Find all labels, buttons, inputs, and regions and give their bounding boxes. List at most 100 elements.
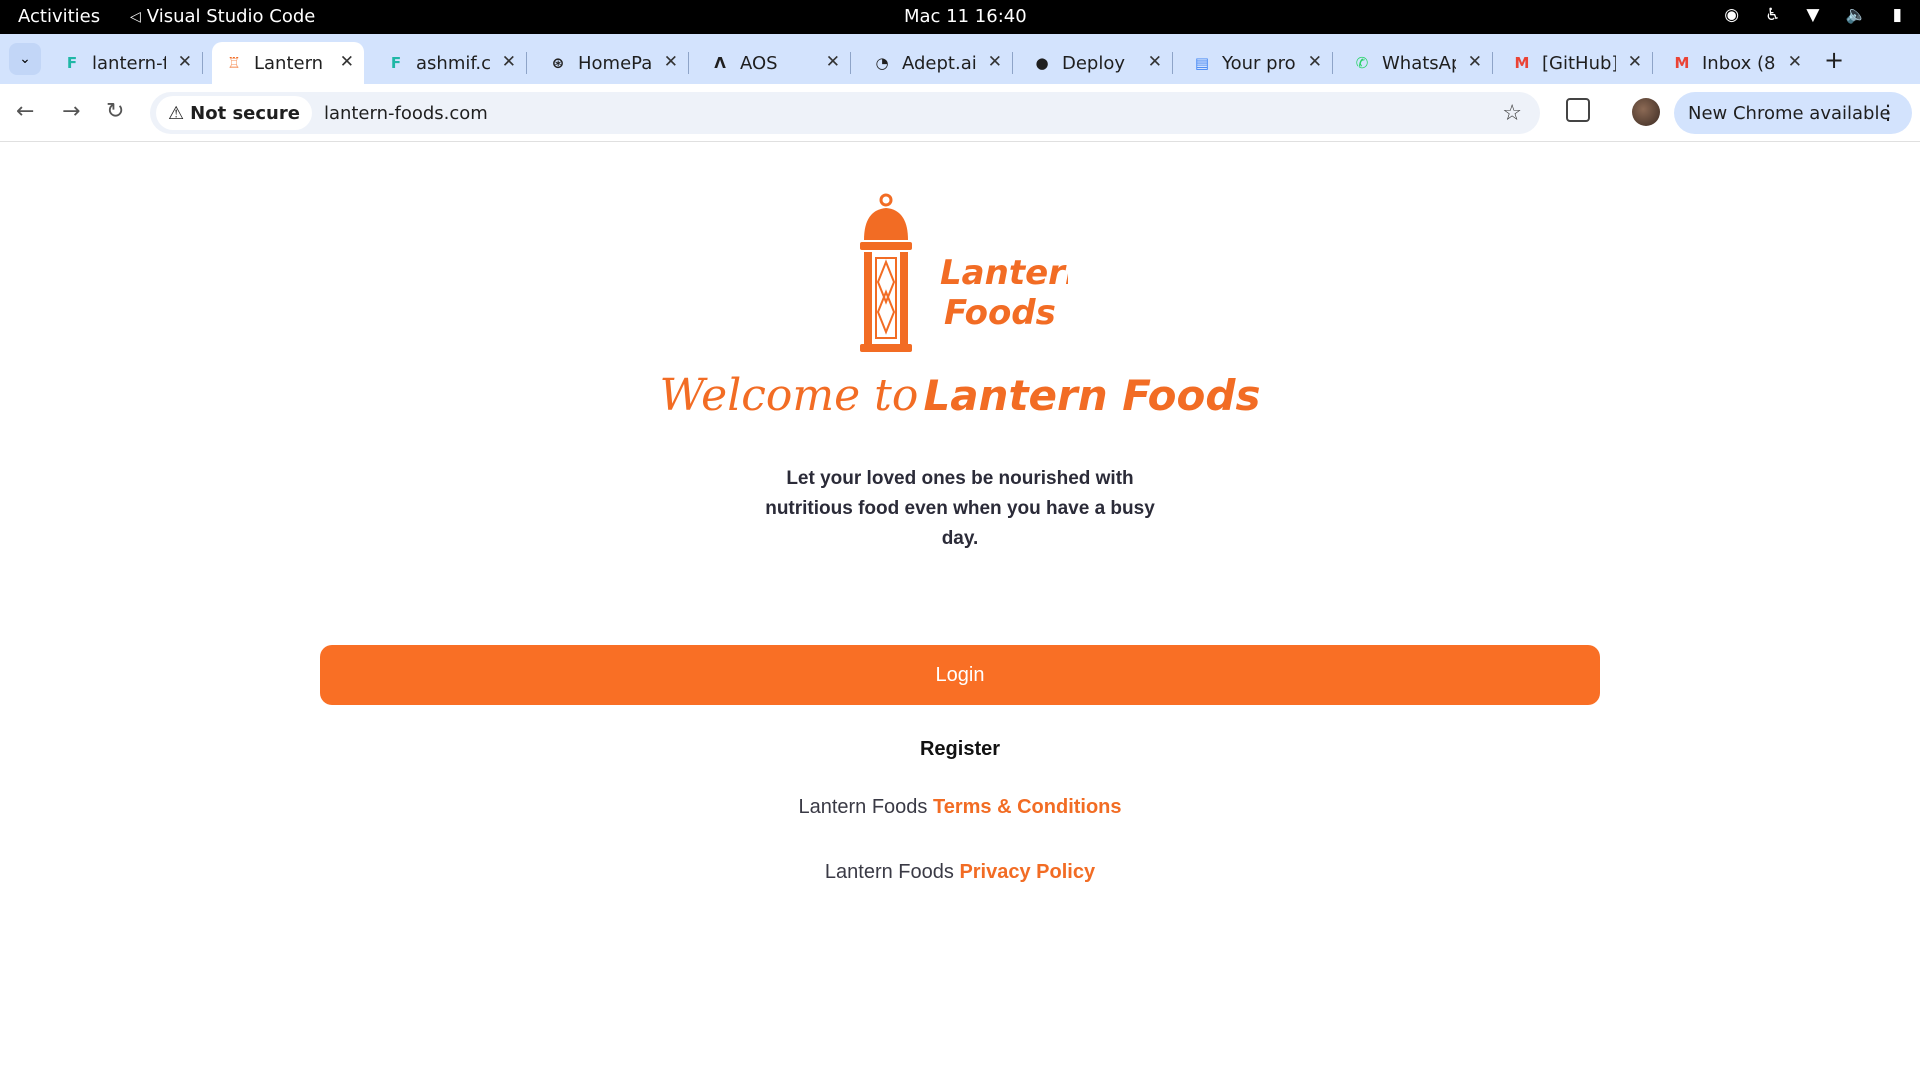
tab-separator [1172,52,1173,74]
warning-icon: ⚠ [168,102,185,124]
tab-label: WhatsAp [1382,52,1456,74]
security-chip[interactable]: ⚠ Not secure [156,96,312,130]
logo-cap [860,242,912,250]
tab-label: [GitHub] [1542,52,1616,74]
tab-label: Your pro [1222,52,1296,74]
extensions-icon[interactable] [1566,98,1590,122]
close-icon[interactable]: ✕ [178,52,192,72]
volume-icon: 🔈 [1845,5,1867,25]
browser-toolbar: ← → ↻ ⚠ Not secure lantern-foods.com ☆ N… [0,84,1920,142]
close-icon[interactable]: ✕ [502,52,516,72]
close-icon[interactable]: ✕ [340,52,354,72]
adept-icon: ◔ [875,54,889,72]
lantern-foods-logo: Lantern Foods [860,193,1068,352]
close-icon[interactable]: ✕ [1788,52,1802,72]
activities-button[interactable]: Activities [18,6,100,27]
logo-ring [879,193,893,207]
tab-separator [1012,52,1013,74]
privacy-prefix: Lantern Foods [824,861,954,883]
accessibility-icon[interactable]: ♿ [1765,5,1780,25]
tab-ashmif[interactable]: F ashmif.c ✕ [374,42,527,84]
tab-separator [1652,52,1653,74]
welcome-brand: Lantern Foods [923,371,1261,420]
tab-label: lantern-f [92,52,166,74]
tab-deploy[interactable]: ● Deploy ✕ [1020,42,1173,84]
tab-strip: ⌄ F lantern-f ✕ ♖ Lantern ✕ F ashmif.c ✕… [0,34,1920,84]
chevron-down-icon: ⌄ [19,51,31,67]
framer-icon: F [390,54,402,72]
security-label: Not secure [190,102,300,124]
aos-icon: Λ [714,54,726,72]
privacy-link[interactable]: Privacy Policy [959,861,1095,883]
terms-prefix: Lantern Foods [798,796,928,818]
address-bar[interactable]: ⚠ Not secure lantern-foods.com ☆ [150,92,1540,134]
forward-arrow-icon[interactable]: → [62,99,80,124]
logo-pattern [876,259,896,335]
logo-right-post [900,252,908,344]
logo-left-post [864,252,872,344]
focused-app-name: Visual Studio Code [146,6,316,27]
tab-whatsapp[interactable]: ✆ WhatsAp ✕ [1340,42,1493,84]
tab-your-pro[interactable]: ▤ Your pro ✕ [1180,42,1333,84]
battery-icon: ▮ [1892,5,1902,25]
close-icon[interactable]: ✕ [664,52,678,72]
tab-lantern-f[interactable]: F lantern-f ✕ [50,42,203,84]
tab-label: Deploy [1062,52,1126,74]
tab-inbox[interactable]: M Inbox (8 ✕ [1660,42,1812,84]
wifi-icon: ▼ [1806,5,1820,25]
framer-icon: F [66,54,78,72]
chrome-tray-icon[interactable]: ◉ [1724,5,1739,25]
tab-github-mail[interactable]: M [GitHub] ✕ [1500,42,1653,84]
close-icon[interactable]: ✕ [988,52,1002,72]
tab-separator [1332,52,1333,74]
bookmark-star-icon[interactable]: ☆ [1502,101,1522,126]
clock[interactable]: Mac 11 16:40 [904,6,1027,27]
reload-icon[interactable]: ↻ [106,99,124,124]
close-icon[interactable]: ✕ [1628,52,1642,72]
close-icon[interactable]: ✕ [1148,52,1162,72]
tab-homepage[interactable]: ⊛ HomePa ✕ [536,42,689,84]
tab-separator [526,52,527,74]
more-menu-icon[interactable]: ⋮ [1878,100,1898,124]
focused-app-indicator[interactable]: ◁ Visual Studio Code [130,6,315,27]
new-tab-button[interactable]: + [1824,46,1844,74]
tab-label: Inbox (8 [1702,52,1776,74]
welcome-script: Welcome to [659,370,919,421]
welcome-heading: Welcome to Lantern Foods [0,370,1920,421]
tab-lantern-active[interactable]: ♖ Lantern ✕ [212,42,364,84]
tab-separator [850,52,851,74]
tab-adept[interactable]: ◔ Adept.ai ✕ [860,42,1013,84]
system-tray[interactable]: ◉ ♿ ▼ 🔈 ▮ [1724,5,1902,25]
tab-aos[interactable]: Λ AOS ✕ [698,42,851,84]
gmail-icon: M [1514,54,1530,72]
register-link[interactable]: Register [0,738,1920,761]
tab-separator [1492,52,1493,74]
tab-label: Lantern [254,52,324,74]
tab-label: ashmif.c [416,52,490,74]
login-button[interactable]: Login [320,645,1600,705]
logo-dome [864,208,908,240]
tab-label: Adept.ai [902,52,976,74]
terms-link[interactable]: Terms & Conditions [933,796,1122,818]
close-icon[interactable]: ✕ [1308,52,1322,72]
tab-search-button[interactable]: ⌄ [9,43,41,75]
profile-avatar[interactable] [1632,98,1660,126]
gmail-icon: M [1674,54,1690,72]
close-icon[interactable]: ✕ [1468,52,1482,72]
close-icon[interactable]: ✕ [826,52,840,72]
openai-icon: ⊛ [551,54,565,72]
tab-label: AOS [740,52,778,74]
logo-wordmark-line1: Lantern [940,253,1068,293]
tab-separator [688,52,689,74]
whatsapp-icon: ✆ [1355,54,1369,72]
system-top-bar: Activities ◁ Visual Studio Code Mac 11 1… [0,0,1920,34]
privacy-line: Lantern Foods Privacy Policy [0,861,1920,884]
back-arrow-icon[interactable]: ← [16,99,34,124]
url-text[interactable]: lantern-foods.com [324,103,488,124]
docs-icon: ▤ [1194,54,1210,72]
chrome-update-button[interactable]: New Chrome available ⋮ [1674,92,1912,134]
tab-separator [202,52,203,74]
terms-line: Lantern Foods Terms & Conditions [0,796,1920,819]
page-content: Lantern Foods Welcome to Lantern Foods L… [0,142,1920,1080]
logo-base [860,344,912,352]
